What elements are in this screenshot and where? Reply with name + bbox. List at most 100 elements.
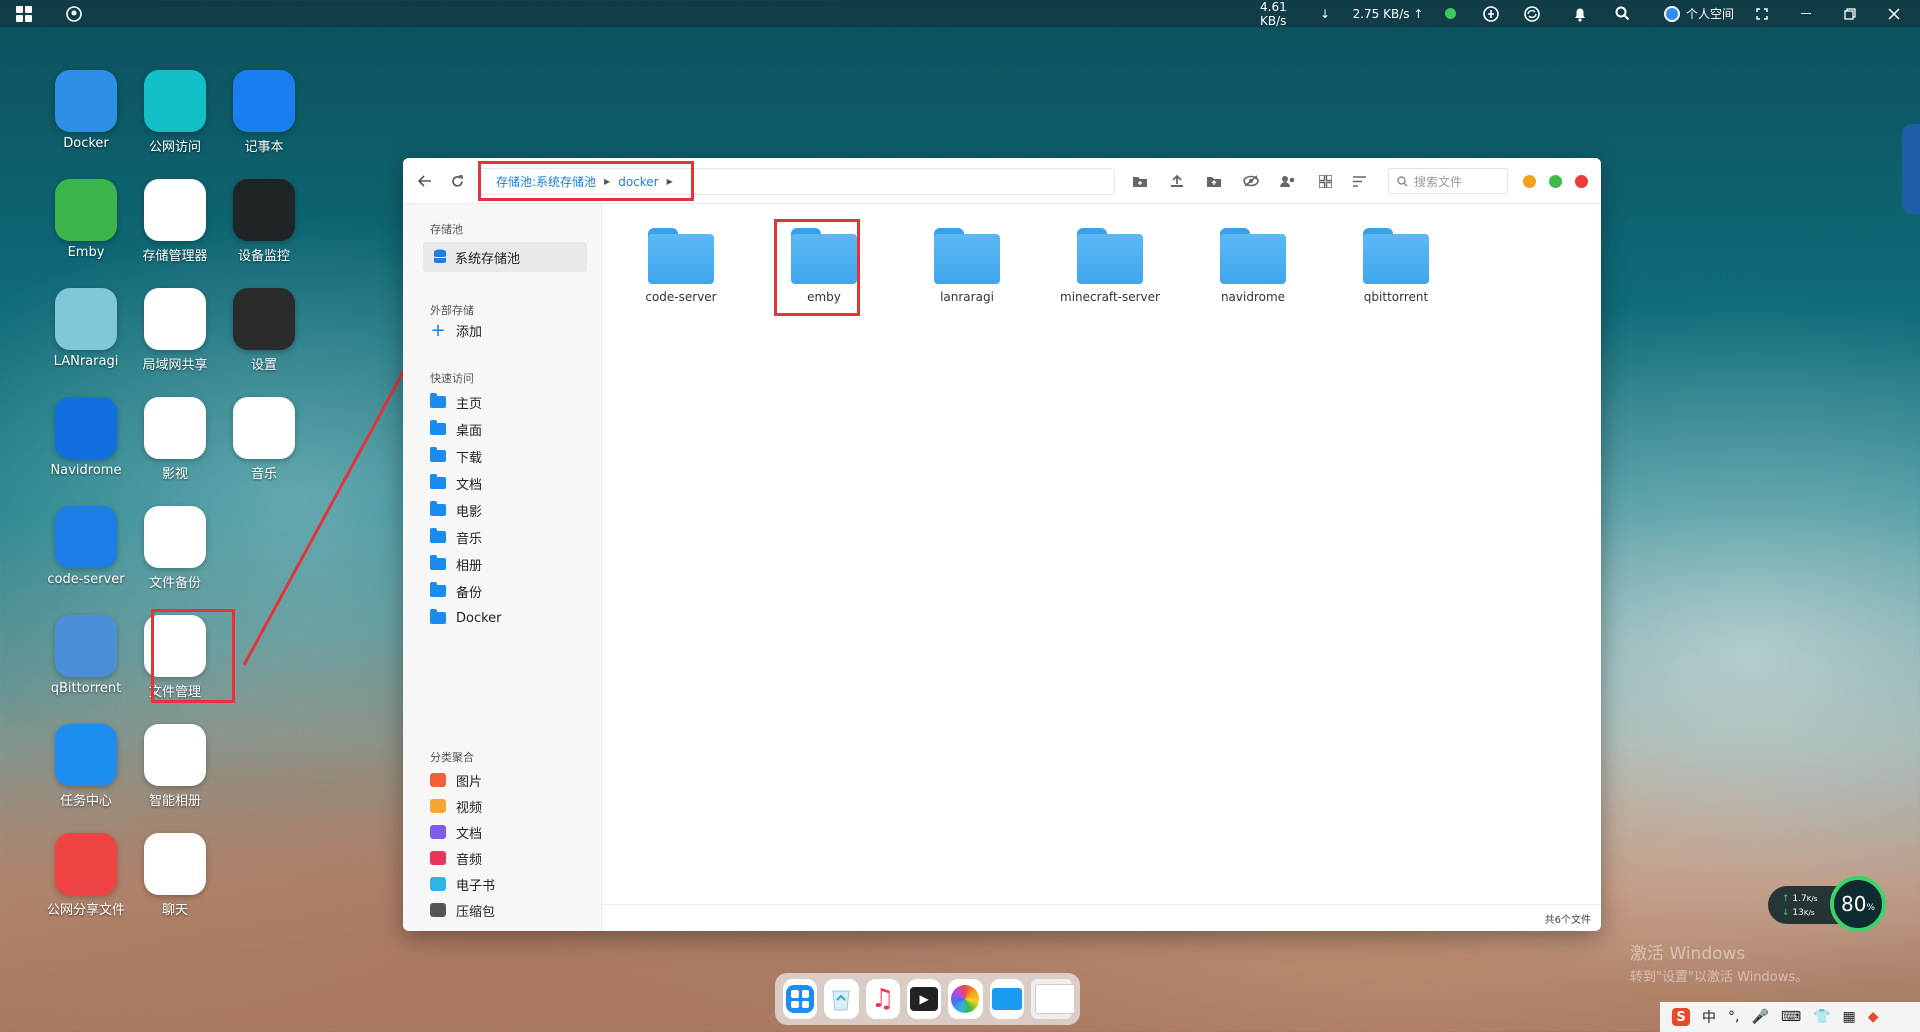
folder-name: qbittorrent: [1363, 290, 1429, 304]
sidebar-item-label: 系统存储池: [455, 251, 521, 267]
highlight-box-breadcrumb: [478, 161, 694, 201]
sidebar-item-quick[interactable]: 桌面: [430, 417, 482, 441]
dock-file-manager-icon[interactable]: [989, 979, 1024, 1019]
edge-widget[interactable]: [1902, 124, 1920, 214]
folder-icon: [430, 393, 446, 408]
category-icon: [430, 877, 446, 891]
section-quick-access: 快速访问: [430, 372, 474, 385]
sidebar-item-quick[interactable]: Docker: [430, 606, 502, 630]
sidebar-item-quick[interactable]: 文档: [430, 471, 482, 495]
section-external: 外部存储: [430, 304, 474, 317]
window-close-button[interactable]: [1575, 175, 1588, 188]
folder-icon: [648, 228, 714, 284]
skin-icon[interactable]: 👕: [1813, 1009, 1830, 1025]
search-icon: [1397, 175, 1408, 186]
sidebar-item-quick[interactable]: 下载: [430, 444, 482, 468]
keyboard-icon[interactable]: ⌨: [1781, 1009, 1801, 1025]
sidebar-item-quick[interactable]: 相册: [430, 552, 482, 576]
folder-icon: [430, 447, 446, 462]
folder-icon: [1363, 228, 1429, 284]
folder-icon: [430, 474, 446, 489]
sidebar-item-label: 主页: [456, 396, 483, 412]
sidebar-item-label: 文档: [456, 826, 483, 842]
window-minimize-button[interactable]: [1523, 175, 1536, 188]
folder-item[interactable]: minecraft-server: [1050, 228, 1170, 304]
folder-item[interactable]: qbittorrent: [1336, 228, 1456, 304]
folder-name: lanraragi: [940, 290, 994, 304]
activation-watermark: 激活 Windows 转到"设置"以激活 Windows。: [1630, 939, 1808, 985]
folder-icon: [430, 528, 446, 543]
sidebar-item-label: 音频: [456, 852, 483, 868]
refresh-icon[interactable]: [447, 171, 467, 191]
search-box[interactable]: 搜索文件: [1388, 168, 1508, 194]
sidebar-item-system-pool[interactable]: 系统存储池: [423, 242, 587, 272]
dock-photos-icon[interactable]: [948, 979, 983, 1019]
dock-video-icon[interactable]: ▶: [906, 979, 942, 1019]
category-icon: [430, 825, 446, 839]
folder-name: minecraft-server: [1060, 290, 1160, 304]
watermark-title: 激活 Windows: [1630, 944, 1746, 964]
sidebar: 存储池 系统存储池 外部存储 + 添加 快速访问 主页 桌面 下载 文档 电影 音乐 相册 备份…: [403, 204, 602, 931]
folder-item[interactable]: code-server: [621, 228, 741, 304]
sidebar-item-label: 桌面: [456, 423, 483, 439]
sidebar-item-label: 备份: [456, 585, 483, 601]
punctuation-icon[interactable]: °,: [1728, 1009, 1739, 1025]
sort-icon[interactable]: [1349, 171, 1369, 191]
system-tray: S 中 °, 🎤 ⌨ 👕 ▦ ◆: [1660, 1002, 1920, 1032]
window-maximize-button[interactable]: [1549, 175, 1562, 188]
share-icon[interactable]: [1278, 171, 1298, 191]
sidebar-item-category[interactable]: 音频: [430, 846, 482, 870]
sidebar-item-add[interactable]: + 添加: [430, 318, 482, 342]
category-icon: [430, 773, 446, 787]
folder-item[interactable]: lanraragi: [907, 228, 1027, 304]
grid-view-icon[interactable]: [1315, 171, 1335, 191]
new-folder-icon[interactable]: [1130, 171, 1150, 191]
sidebar-item-label: 下载: [456, 450, 483, 466]
sidebar-item-label: 添加: [456, 324, 483, 340]
database-icon: [433, 249, 447, 264]
sidebar-item-category[interactable]: 电子书: [430, 872, 495, 896]
search-input[interactable]: 搜索文件: [1414, 173, 1462, 190]
ime-mode-label[interactable]: 中: [1702, 1007, 1716, 1027]
toolbox-icon[interactable]: ▦: [1843, 1009, 1856, 1025]
microphone-icon[interactable]: 🎤: [1751, 1009, 1768, 1025]
folder-icon: [430, 555, 446, 570]
hide-icon[interactable]: [1241, 171, 1261, 191]
sidebar-item-category[interactable]: 文档: [430, 820, 482, 844]
sidebar-item-label: 电影: [456, 504, 483, 520]
folder-icon: [1220, 228, 1286, 284]
sidebar-item-label: 音乐: [456, 531, 483, 547]
sidebar-item-label: 相册: [456, 558, 483, 574]
folder-icon: [430, 420, 446, 435]
folder-icon: [430, 609, 446, 624]
dock-music-icon[interactable]: ♫: [865, 979, 900, 1019]
dock-window-preview-icon[interactable]: [1030, 979, 1075, 1019]
speed-widget[interactable]: ↑ 1.7K/s ↓ 13K/s 80%: [1768, 876, 1886, 934]
dock-recycle-bin-icon[interactable]: [824, 979, 859, 1019]
folder-item[interactable]: navidrome: [1193, 228, 1313, 304]
folder-name: code-server: [645, 290, 717, 304]
category-icon: [430, 851, 446, 865]
folder-icon: [934, 228, 1000, 284]
sidebar-item-quick[interactable]: 电影: [430, 498, 482, 522]
section-categories: 分类聚合: [430, 751, 474, 764]
folder-icon: [430, 501, 446, 516]
dock-launcher-icon[interactable]: [783, 979, 818, 1019]
sidebar-item-label: 图片: [456, 774, 483, 790]
sidebar-item-category[interactable]: 视频: [430, 794, 482, 818]
upload-folder-icon[interactable]: [1204, 171, 1224, 191]
category-icon: [430, 903, 446, 917]
sidebar-item-category[interactable]: 图片: [430, 768, 482, 792]
tray-app-icon[interactable]: ◆: [1868, 1009, 1879, 1025]
category-icon: [430, 799, 446, 813]
file-manager-window: 存储池:系统存储池 ▶ docker ▶ 搜索文件 存储池 系统存储池 外部存储…: [403, 158, 1601, 931]
sidebar-item-category[interactable]: 压缩包: [430, 898, 495, 922]
status-bar: 共6个文件: [602, 904, 1601, 931]
back-icon[interactable]: [415, 171, 435, 191]
sogou-ime-icon[interactable]: S: [1672, 1008, 1690, 1026]
sidebar-item-quick[interactable]: 主页: [430, 390, 482, 414]
upload-icon[interactable]: [1167, 171, 1187, 191]
highlight-box-emby: [774, 219, 860, 316]
sidebar-item-quick[interactable]: 音乐: [430, 525, 482, 549]
sidebar-item-quick[interactable]: 备份: [430, 579, 482, 603]
